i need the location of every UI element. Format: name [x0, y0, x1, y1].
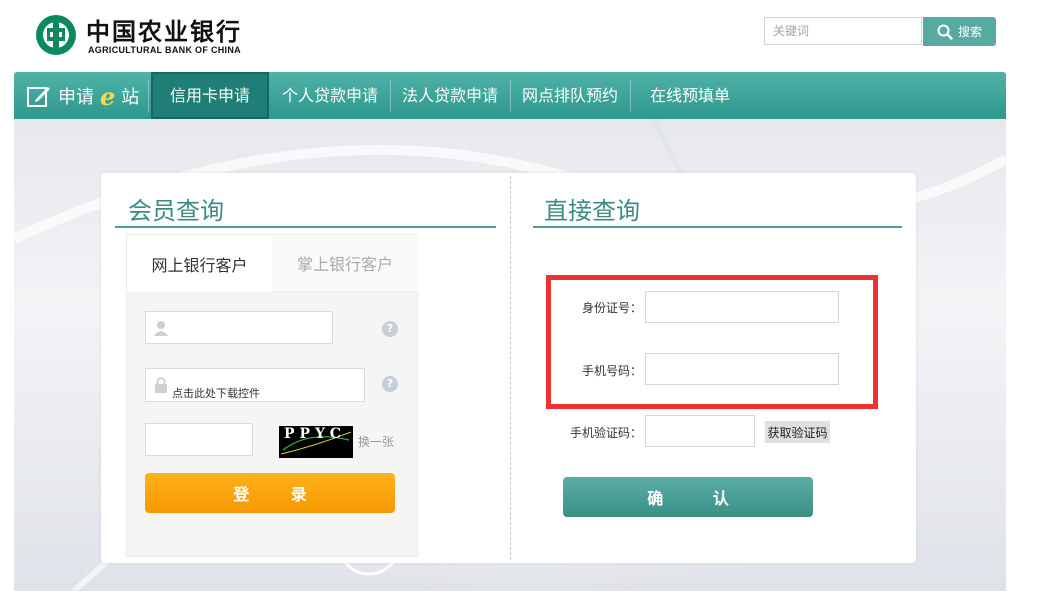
nav-brand-suffix: 站 [121, 87, 140, 108]
tab-mobile-banking[interactable]: 掌上银行客户 [272, 235, 418, 292]
user-icon [154, 321, 168, 336]
member-title-underline [115, 226, 496, 228]
nav-brand-e: e [100, 81, 116, 111]
help-icon[interactable]: ? [382, 321, 398, 337]
username-field[interactable] [145, 311, 333, 344]
confirm-button[interactable]: 确 认 [563, 477, 813, 517]
password-field[interactable]: 点击此处下载控件 [145, 368, 365, 402]
search-button-label: 搜索 [957, 25, 982, 39]
tab-credit-card[interactable]: 信用卡申请 [151, 72, 269, 119]
sms-code-input[interactable] [645, 415, 755, 447]
search-button[interactable]: 搜索 [923, 17, 996, 46]
tab-branch-queue[interactable]: 网点排队预约 [511, 72, 629, 119]
login-button[interactable]: 登 录 [145, 473, 395, 513]
lock-icon [155, 377, 167, 393]
captcha-image[interactable]: PPYC [279, 426, 353, 458]
member-query-title: 会员查询 [128, 197, 224, 225]
get-code-button[interactable]: 获取验证码 [765, 421, 830, 443]
abc-logo-icon [36, 15, 76, 55]
refresh-captcha-link[interactable]: 换一张 [358, 433, 394, 450]
nav-separator [148, 80, 149, 112]
direct-title-underline [533, 226, 902, 228]
id-number-label: 身份证号： [581, 301, 642, 315]
direct-query-title: 直接查询 [544, 197, 640, 225]
phone-number-label: 手机号码： [581, 364, 642, 378]
bank-name-cn: 中国农业银行 [86, 17, 242, 46]
id-number-input[interactable] [645, 291, 839, 323]
tab-corporate-loan[interactable]: 法人贷款申请 [391, 72, 509, 119]
captcha-text: PPYC [284, 426, 346, 442]
captcha-input[interactable] [145, 423, 253, 456]
card-divider [510, 176, 511, 560]
sms-code-label: 手机验证码： [569, 426, 642, 440]
tab-online-form[interactable]: 在线预填单 [631, 72, 749, 119]
nav-brand[interactable]: 申请 e 站 [26, 79, 139, 113]
search-icon [937, 24, 953, 40]
phone-number-input[interactable] [645, 353, 839, 385]
bank-name-en: AGRICULTURAL BANK OF CHINA [88, 45, 241, 55]
search-input[interactable] [764, 17, 922, 45]
tab-online-banking[interactable]: 网上银行客户 [127, 235, 272, 292]
nav-brand-prefix: 申请 [58, 87, 94, 108]
tab-personal-loan[interactable]: 个人贷款申请 [270, 72, 390, 119]
download-control-link[interactable]: 点击此处下载控件 [172, 385, 260, 401]
help-icon[interactable]: ? [382, 376, 398, 392]
edit-icon [27, 87, 50, 107]
